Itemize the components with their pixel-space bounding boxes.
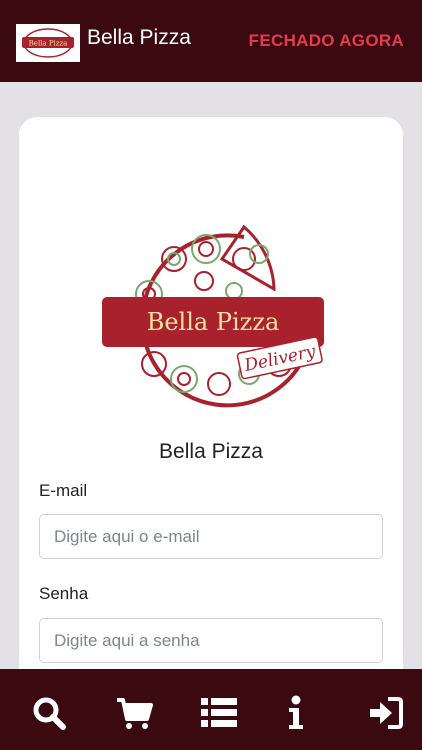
list-icon [201, 698, 237, 727]
login-card: Bella Pizza Delivery Bella Pizza E-mail … [19, 117, 403, 717]
bottom-nav [0, 669, 422, 750]
header-logo[interactable]: Bella Pizza [16, 24, 80, 62]
top-bar: Bella Pizza Bella Pizza FECHADO AGORA [0, 0, 422, 82]
svg-text:Bella Pizza: Bella Pizza [29, 40, 68, 48]
info-icon [289, 695, 303, 729]
email-label: E-mail [39, 481, 88, 500]
store-logo: Bella Pizza Delivery [94, 219, 334, 409]
logo-name-text: Bella Pizza [147, 308, 280, 336]
cart-button[interactable] [114, 693, 154, 733]
info-button[interactable] [276, 693, 316, 733]
search-icon [33, 697, 66, 730]
sign-in-icon [370, 697, 403, 729]
search-button[interactable] [29, 693, 69, 733]
password-label: Senha [39, 584, 89, 603]
shop-name: Bella Pizza [159, 440, 263, 463]
menu-list-button[interactable] [199, 693, 239, 733]
cart-icon [117, 698, 153, 729]
app-title: Bella Pizza [87, 26, 191, 49]
store-status-badge: FECHADO AGORA [248, 31, 404, 50]
password-field[interactable] [39, 618, 383, 663]
pizza-logo-image: Bella Pizza Delivery [102, 224, 324, 408]
login-button[interactable] [366, 693, 406, 733]
header-logo-image: Bella Pizza [22, 28, 74, 58]
email-field[interactable] [39, 514, 383, 559]
